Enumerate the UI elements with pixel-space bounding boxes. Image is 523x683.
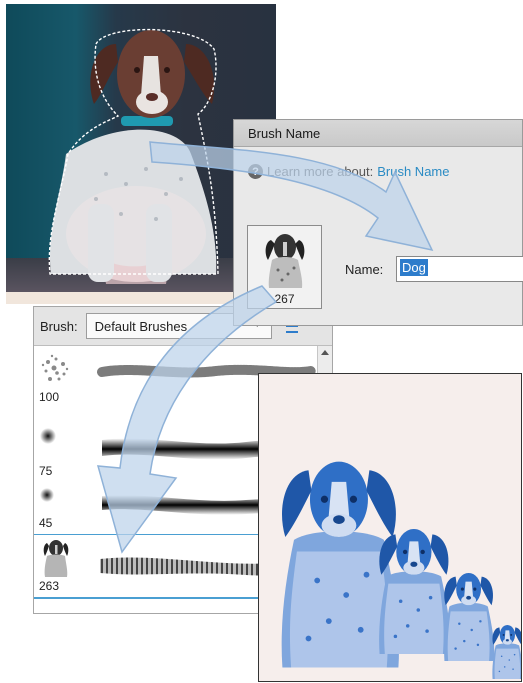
learn-more-text: Learn more about:: [267, 164, 374, 179]
learn-more-link[interactable]: Brush Name: [377, 164, 449, 179]
dog-brush-thumbnail: [265, 234, 305, 288]
dialog-titlebar[interactable]: Brush Name: [234, 120, 522, 147]
brush-name-input[interactable]: Dog: [396, 256, 523, 282]
dog-brush-icon: [43, 540, 69, 577]
name-label: Name:: [345, 262, 384, 277]
brush-size-label: 45: [39, 516, 53, 530]
soft-round-brush-icon: [40, 488, 54, 502]
brush-size-label: 75: [39, 464, 53, 478]
brush-set-value: Default Brushes: [94, 318, 188, 334]
brush-name-value: Dog: [400, 259, 428, 276]
soft-round-brush-icon: [40, 428, 56, 444]
brush-preview-size: 267: [274, 292, 295, 306]
scroll-up-icon[interactable]: [321, 350, 329, 355]
spatter-brush-icon: [41, 354, 69, 381]
brush-size-label: 100: [39, 390, 60, 404]
brush-size-label: 263: [39, 579, 60, 593]
learn-more-row: ? Learn more about: Brush Name: [248, 164, 449, 179]
dialog-title: Brush Name: [248, 125, 321, 141]
help-icon[interactable]: ?: [248, 164, 263, 179]
brush-name-dialog: Brush Name ? Learn more about: Brush Nam…: [233, 119, 523, 326]
stamped-result-canvas: [258, 373, 522, 682]
photo-floor: [6, 292, 264, 304]
stamped-dogs-image: [281, 461, 521, 679]
brush-label: Brush:: [40, 318, 78, 334]
brush-preview: 267: [247, 225, 322, 309]
